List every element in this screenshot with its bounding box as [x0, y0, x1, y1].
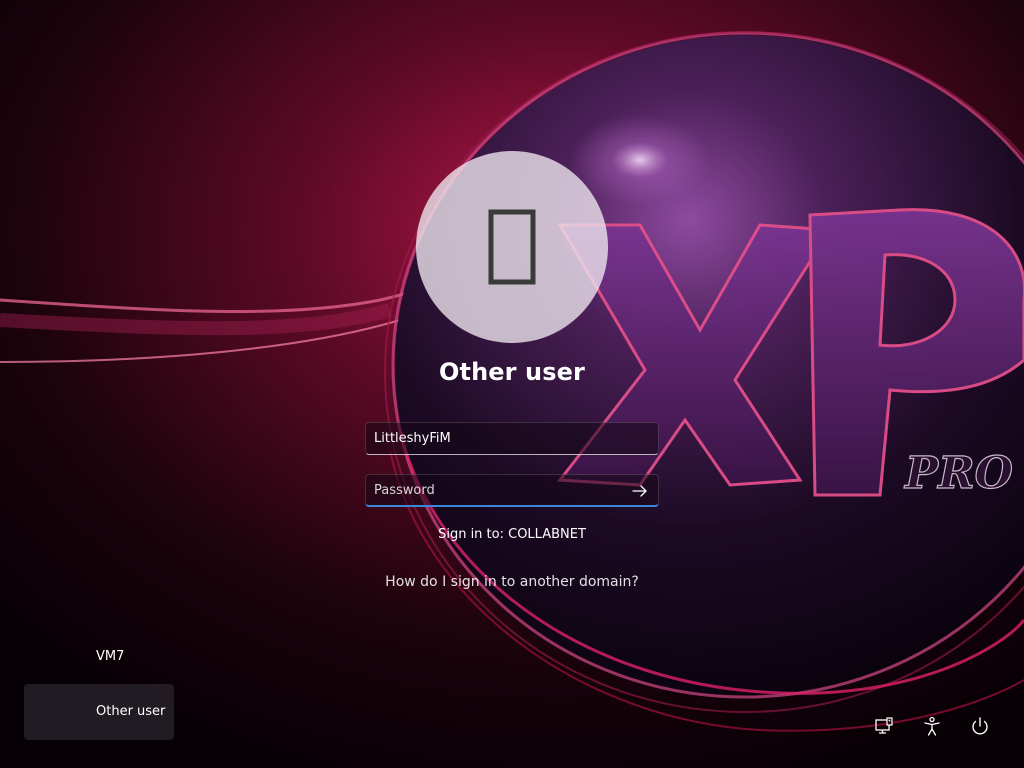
accessibility-button[interactable] — [918, 713, 946, 741]
wallpaper-logo-subtext: PRO — [903, 448, 1013, 499]
power-button[interactable] — [966, 713, 994, 741]
user-display-name: Other user — [439, 358, 585, 386]
user-tile-other-user[interactable]: Other user — [24, 684, 174, 740]
password-input[interactable] — [366, 475, 658, 505]
network-icon — [875, 717, 893, 734]
arrow-right-icon — [632, 485, 647, 497]
domain-help-link[interactable]: How do I sign in to another domain? — [312, 574, 712, 590]
lock-screen: PRO Other user Sign in to: COLLABNET How… — [0, 0, 1024, 768]
user-avatar — [416, 151, 608, 343]
network-button[interactable] — [870, 713, 898, 741]
sign-in-domain-text: Sign in to: COLLABNET — [438, 527, 586, 542]
submit-arrow-button[interactable] — [628, 480, 652, 502]
power-icon — [972, 717, 988, 735]
accessibility-icon — [924, 716, 940, 736]
password-field-wrapper — [365, 474, 659, 507]
user-placeholder-icon — [488, 209, 536, 285]
username-input[interactable] — [366, 423, 658, 454]
user-tile-vm7[interactable]: VM7 — [24, 629, 174, 685]
username-field-wrapper — [365, 422, 659, 455]
